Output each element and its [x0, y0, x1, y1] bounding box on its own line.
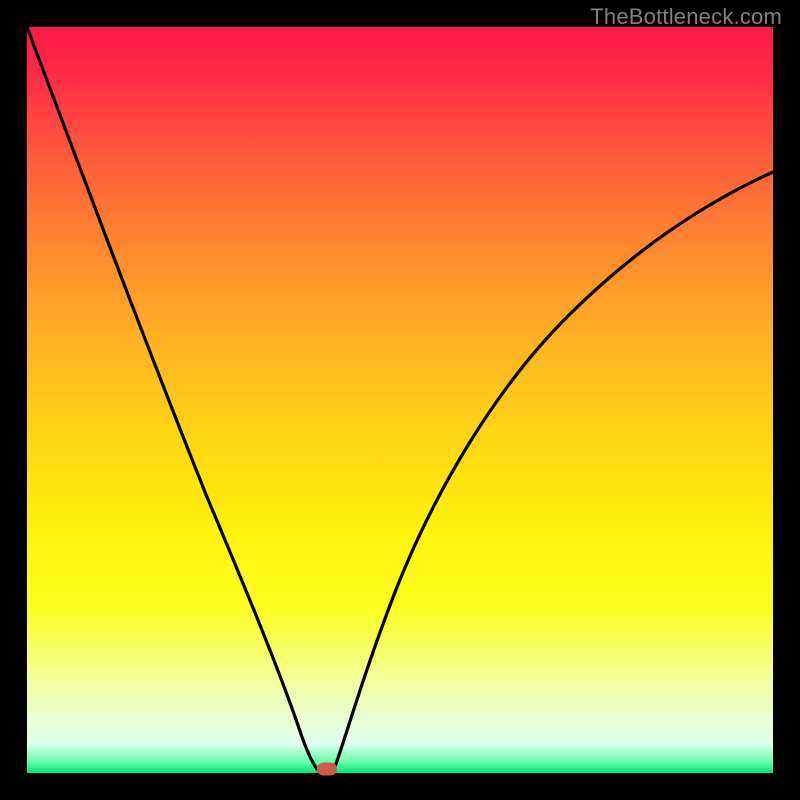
left-branch-curve	[27, 27, 333, 772]
curve-layer	[27, 27, 773, 773]
bottleneck-marker	[317, 763, 337, 776]
chart-frame: TheBottleneck.com	[0, 0, 800, 800]
right-branch-curve	[333, 172, 773, 772]
watermark-text: TheBottleneck.com	[590, 4, 782, 30]
plot-area	[27, 27, 773, 773]
